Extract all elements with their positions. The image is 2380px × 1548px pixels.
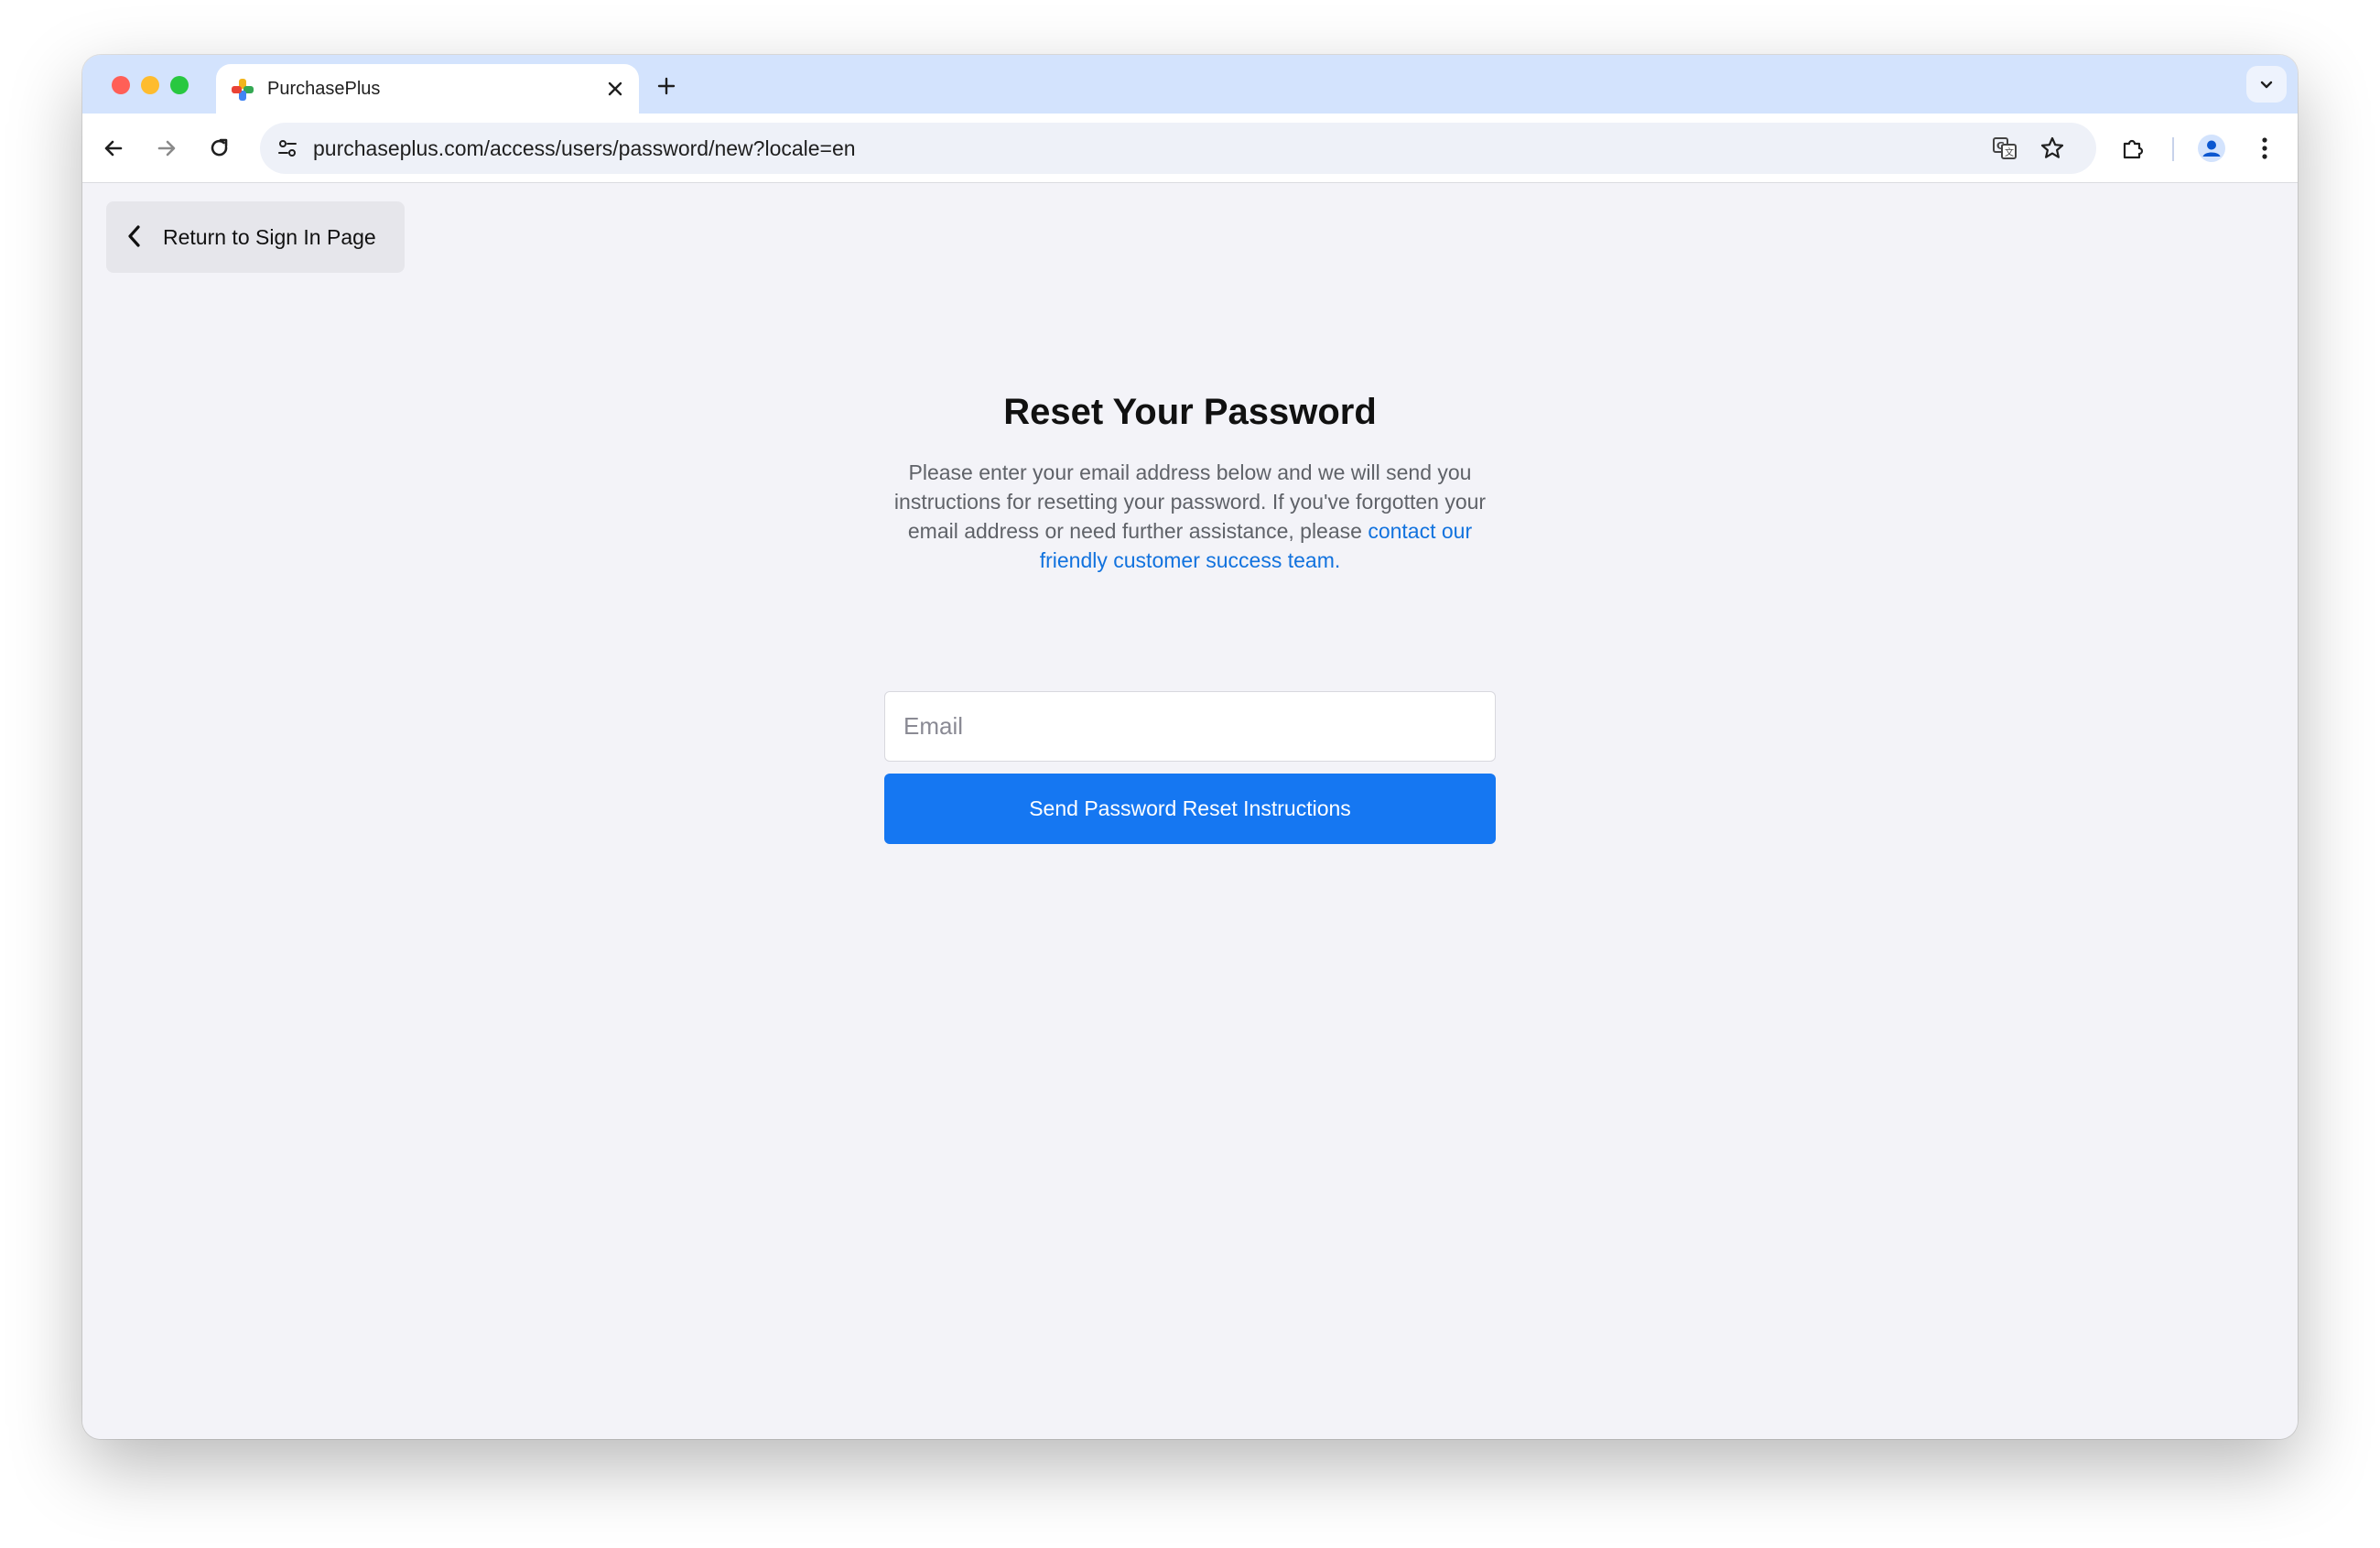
minimize-window-button[interactable]	[141, 76, 159, 94]
reload-icon[interactable]	[201, 130, 238, 167]
chevron-down-icon[interactable]	[2246, 66, 2287, 103]
toolbar-divider	[2172, 137, 2174, 161]
arrow-right-icon[interactable]	[148, 130, 185, 167]
maximize-window-button[interactable]	[170, 76, 189, 94]
browser-window: PurchasePlus purchaseplus.com/access/use…	[82, 55, 2298, 1439]
email-input[interactable]	[884, 691, 1496, 762]
translate-icon[interactable]: G 文	[1988, 132, 2021, 165]
purchaseplus-logo-icon	[231, 78, 254, 102]
close-window-button[interactable]	[112, 76, 130, 94]
puzzle-icon[interactable]	[2115, 130, 2151, 167]
return-to-sign-in-button[interactable]: Return to Sign In Page	[106, 201, 405, 273]
tab-close-icon[interactable]	[602, 76, 628, 102]
svg-text:文: 文	[2005, 146, 2014, 158]
page-content: Return to Sign In Page Reset Your Passwo…	[82, 183, 2298, 1439]
return-to-sign-in-label: Return to Sign In Page	[163, 224, 376, 249]
browser-tab[interactable]: PurchasePlus	[216, 64, 639, 114]
kebab-menu-icon[interactable]	[2246, 130, 2283, 167]
url-text: purchaseplus.com/access/users/password/n…	[313, 136, 856, 160]
tab-title: PurchasePlus	[267, 79, 381, 99]
star-icon[interactable]	[2036, 132, 2069, 165]
new-tab-icon[interactable]	[652, 71, 681, 101]
arrow-left-icon[interactable]	[95, 130, 132, 167]
page-title: Reset Your Password	[1003, 392, 1377, 432]
browser-toolbar: purchaseplus.com/access/users/password/n…	[82, 114, 2298, 183]
avatar-icon[interactable]	[2193, 130, 2230, 167]
address-bar[interactable]: purchaseplus.com/access/users/password/n…	[260, 123, 2096, 174]
tune-icon[interactable]	[271, 132, 304, 165]
chevron-left-icon	[126, 224, 143, 251]
send-reset-instructions-button[interactable]: Send Password Reset Instructions	[884, 774, 1496, 844]
tab-strip: PurchasePlus	[82, 55, 2298, 114]
reset-description: Please enter your email address below an…	[884, 458, 1496, 575]
